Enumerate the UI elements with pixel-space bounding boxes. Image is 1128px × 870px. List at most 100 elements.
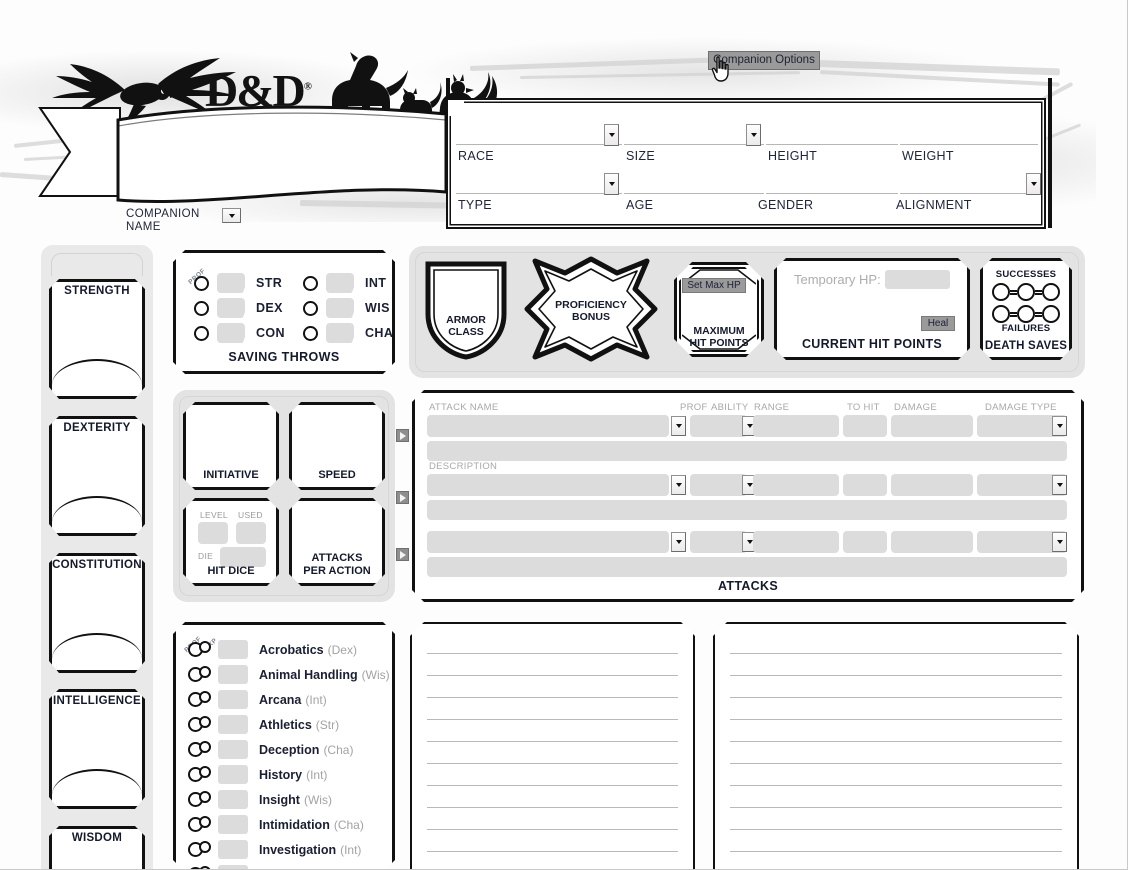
ability-constitution[interactable]: CONSTITUTION bbox=[49, 553, 145, 673]
skill-exp-toggle-investigation[interactable] bbox=[199, 841, 211, 853]
alignment-dropdown-arrow[interactable] bbox=[1026, 173, 1041, 195]
skill-value-history[interactable] bbox=[218, 765, 248, 784]
attack-prof-dropdown-1[interactable] bbox=[671, 416, 686, 436]
skill-exp-toggle-animal-handling[interactable] bbox=[199, 666, 211, 678]
saving-throw-prof-toggle-int[interactable] bbox=[303, 276, 318, 291]
skill-exp-toggle-intimidation[interactable] bbox=[199, 816, 211, 828]
ability-intelligence[interactable]: INTELLIGENCE bbox=[49, 689, 145, 809]
saving-throw-prof-toggle-wis[interactable] bbox=[303, 301, 318, 316]
armor-class[interactable]: ARMOR CLASS bbox=[424, 258, 508, 360]
skill-value-deception[interactable] bbox=[218, 740, 248, 759]
attack-name-input-1[interactable] bbox=[427, 415, 669, 437]
hit-dice-box[interactable]: LEVEL USED DIE HIT DICE bbox=[183, 498, 279, 586]
saving-throw-value-wis[interactable] bbox=[326, 298, 354, 318]
saving-throw-prof-toggle-con[interactable] bbox=[194, 326, 209, 341]
death-save-success-3[interactable] bbox=[1042, 283, 1060, 301]
saving-throw-value-int[interactable] bbox=[326, 273, 354, 293]
size-dropdown-arrow[interactable] bbox=[604, 124, 619, 146]
height-dropdown-arrow[interactable] bbox=[746, 124, 761, 146]
age-dropdown-arrow[interactable] bbox=[604, 173, 619, 195]
speed-box[interactable]: SPEED bbox=[289, 402, 385, 490]
skill-row-animal-handling[interactable]: Animal Handling (Wis) bbox=[188, 662, 390, 687]
attack-damage-input-1[interactable] bbox=[891, 415, 973, 437]
skill-exp-toggle-arcana[interactable] bbox=[199, 691, 211, 703]
attack-damage-type-dropdown-3[interactable] bbox=[1052, 532, 1067, 552]
attack-damage-input-3[interactable] bbox=[891, 531, 973, 553]
skill-value-medicine[interactable] bbox=[218, 865, 248, 870]
ability-dexterity[interactable]: DEXTERITY bbox=[49, 416, 145, 536]
attack-range-input-1[interactable] bbox=[753, 415, 839, 437]
attacks-per-action-box[interactable]: ATTACKS PER ACTION bbox=[289, 498, 385, 586]
notes-panel-left[interactable] bbox=[410, 622, 695, 870]
skill-row-medicine[interactable]: Medicine (Wis) bbox=[188, 862, 344, 870]
skill-value-arcana[interactable] bbox=[218, 690, 248, 709]
attack-ability-input-2[interactable] bbox=[690, 474, 747, 496]
skill-exp-toggle-insight[interactable] bbox=[199, 791, 211, 803]
expand-attacks-row-button[interactable] bbox=[396, 548, 409, 561]
skill-row-athletics[interactable]: Athletics (Str) bbox=[188, 712, 339, 737]
attack-damage-type-dropdown-2[interactable] bbox=[1052, 475, 1067, 495]
proficiency-bonus[interactable]: PROFICIENCY BONUS bbox=[521, 255, 661, 363]
current-hit-points-panel[interactable]: Temporary HP: Heal CURRENT HIT POINTS bbox=[774, 258, 970, 360]
skill-exp-toggle-deception[interactable] bbox=[199, 741, 211, 753]
heal-button[interactable]: Heal bbox=[921, 316, 955, 331]
attack-ability-input-3[interactable] bbox=[690, 531, 747, 553]
expand-speed-row-button[interactable] bbox=[396, 491, 409, 504]
saving-throw-prof-toggle-dex[interactable] bbox=[194, 301, 209, 316]
skill-value-animal-handling[interactable] bbox=[218, 665, 248, 684]
skill-row-investigation[interactable]: Investigation (Int) bbox=[188, 837, 361, 862]
notes-right-text-area[interactable] bbox=[720, 629, 1072, 870]
attack-range-input-3[interactable] bbox=[753, 531, 839, 553]
expand-initiative-row-button[interactable] bbox=[396, 429, 409, 442]
attack-to-hit-input-3[interactable] bbox=[843, 531, 887, 553]
death-save-failure-3[interactable] bbox=[1042, 305, 1060, 323]
skill-value-athletics[interactable] bbox=[218, 715, 248, 734]
attack-name-input-2[interactable] bbox=[427, 474, 669, 496]
death-save-success-1[interactable] bbox=[992, 283, 1010, 301]
skill-row-intimidation[interactable]: Intimidation (Cha) bbox=[188, 812, 364, 837]
saving-throw-value-con[interactable] bbox=[217, 323, 245, 343]
attack-prof-dropdown-3[interactable] bbox=[671, 532, 686, 552]
saving-throw-value-str[interactable] bbox=[217, 273, 245, 293]
attack-damage-type-dropdown-1[interactable] bbox=[1052, 416, 1067, 436]
death-save-success-2[interactable] bbox=[1017, 283, 1035, 301]
attack-to-hit-input-1[interactable] bbox=[843, 415, 887, 437]
maximum-hit-points[interactable]: Set Max HP MAXIMUM HIT POINTS bbox=[674, 262, 764, 357]
skill-row-arcana[interactable]: Arcana (Int) bbox=[188, 687, 327, 712]
saving-throw-value-dex[interactable] bbox=[217, 298, 245, 318]
attack-description-input-2[interactable] bbox=[427, 500, 1067, 520]
ability-strength[interactable]: STRENGTH bbox=[49, 279, 145, 399]
skill-value-investigation[interactable] bbox=[218, 840, 248, 859]
skill-row-deception[interactable]: Deception (Cha) bbox=[188, 737, 353, 762]
attack-prof-dropdown-2[interactable] bbox=[671, 475, 686, 495]
set-max-hp-button[interactable]: Set Max HP bbox=[682, 278, 746, 293]
attack-ability-input-1[interactable] bbox=[690, 415, 747, 437]
death-save-failure-1[interactable] bbox=[992, 305, 1010, 323]
skill-row-history[interactable]: History (Int) bbox=[188, 762, 327, 787]
attack-range-input-2[interactable] bbox=[753, 474, 839, 496]
attack-description-input-1[interactable] bbox=[427, 441, 1067, 461]
skill-exp-toggle-acrobatics[interactable] bbox=[199, 641, 211, 653]
saving-throw-prof-toggle-cha[interactable] bbox=[303, 326, 318, 341]
skill-value-acrobatics[interactable] bbox=[218, 640, 248, 659]
temporary-hp-input[interactable] bbox=[885, 270, 950, 289]
attack-damage-input-2[interactable] bbox=[891, 474, 973, 496]
notes-left-text-area[interactable] bbox=[417, 629, 688, 870]
death-save-failure-2[interactable] bbox=[1017, 305, 1035, 323]
skill-exp-toggle-athletics[interactable] bbox=[199, 716, 211, 728]
companion-name-dropdown-arrow[interactable] bbox=[222, 208, 241, 223]
skill-row-insight[interactable]: Insight (Wis) bbox=[188, 787, 332, 812]
initiative-box[interactable]: INITIATIVE bbox=[183, 402, 279, 490]
ability-wisdom[interactable]: WISDOM bbox=[49, 826, 145, 869]
saving-throw-prof-toggle-str[interactable] bbox=[194, 276, 209, 291]
skill-row-acrobatics[interactable]: Acrobatics (Dex) bbox=[188, 637, 357, 662]
skill-exp-toggle-medicine[interactable] bbox=[199, 866, 211, 870]
skill-value-insight[interactable] bbox=[218, 790, 248, 809]
hit-dice-used-input[interactable] bbox=[236, 522, 266, 544]
attack-description-input-3[interactable] bbox=[427, 557, 1067, 577]
attack-name-input-3[interactable] bbox=[427, 531, 669, 553]
notes-panel-right[interactable] bbox=[713, 622, 1079, 870]
skill-exp-toggle-history[interactable] bbox=[199, 766, 211, 778]
skill-value-intimidation[interactable] bbox=[218, 815, 248, 834]
saving-throw-value-cha[interactable] bbox=[326, 323, 354, 343]
